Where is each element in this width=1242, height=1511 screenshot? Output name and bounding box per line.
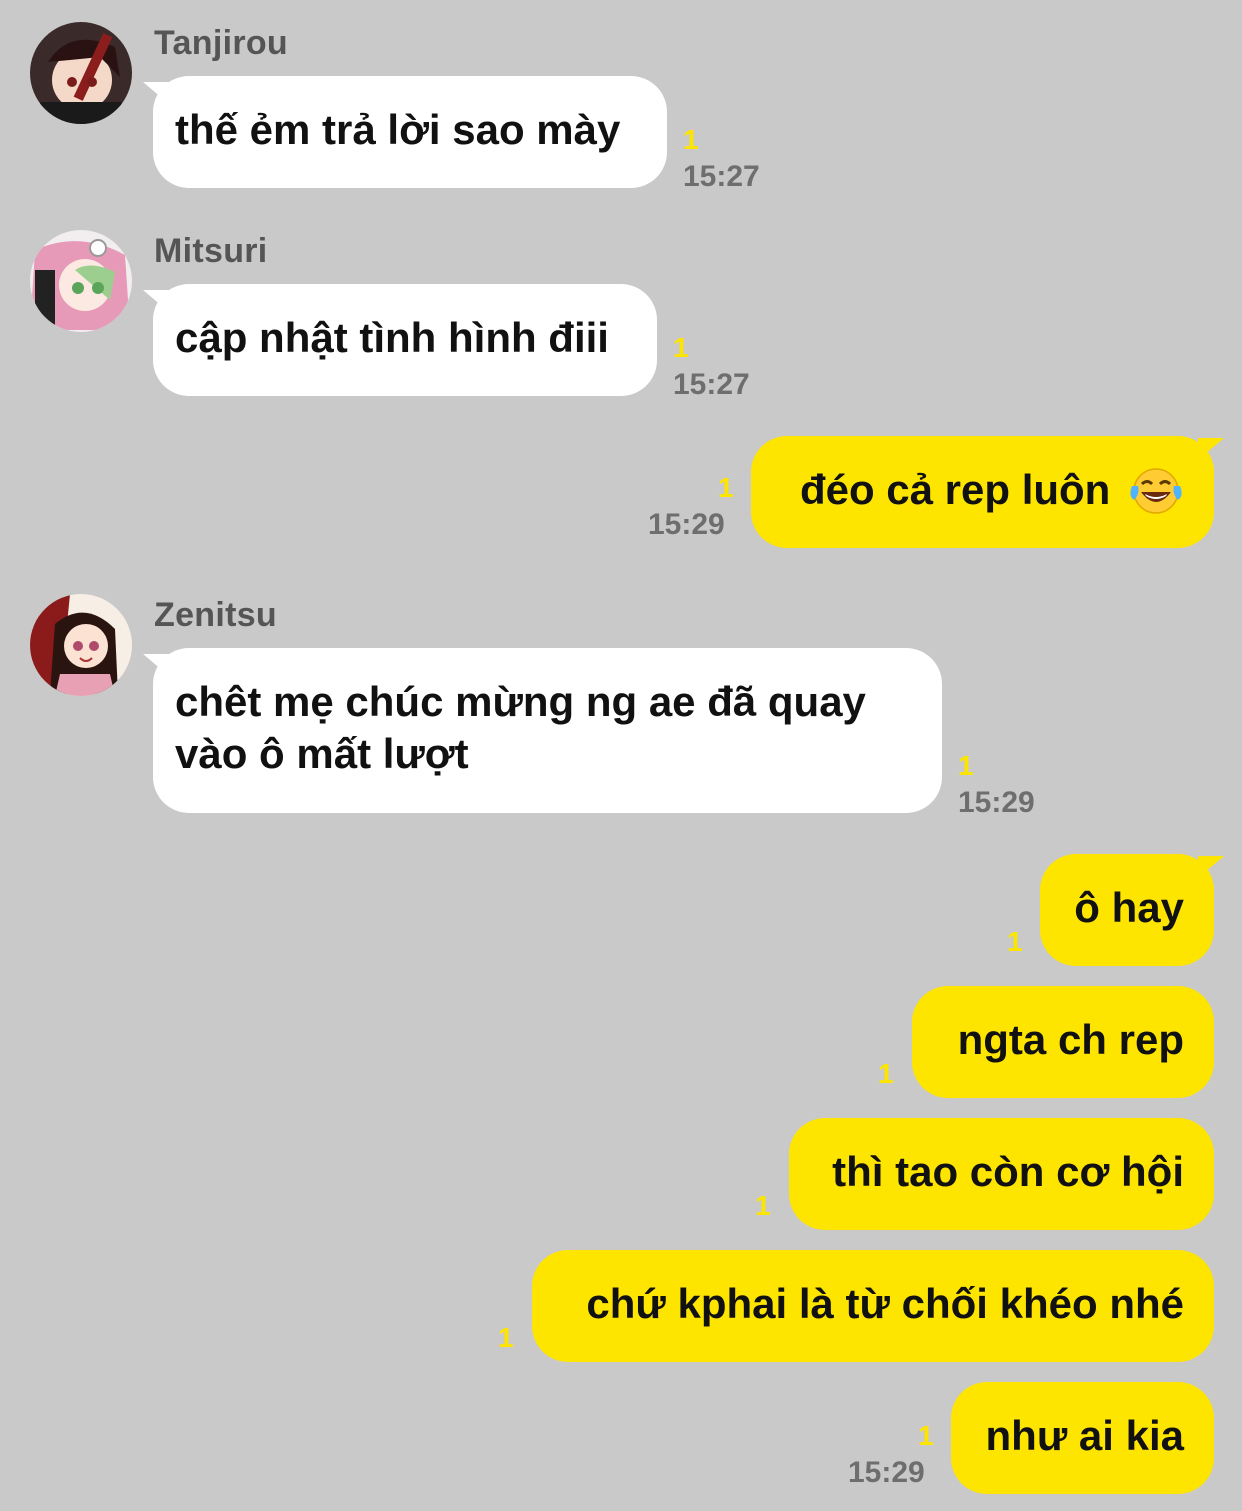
outgoing-message-bubble[interactable]: ngta ch rep	[912, 986, 1214, 1098]
laughing-tears-emoji-icon	[1130, 468, 1182, 514]
bubble-tail	[143, 290, 169, 312]
message-time: 15:29	[648, 508, 725, 541]
zenitsu-avatar-image	[30, 594, 132, 696]
message-text: như ai kia	[985, 1412, 1184, 1459]
bubble-tail	[1198, 438, 1224, 460]
message-text: ô hay	[1074, 884, 1184, 931]
avatar-mitsuri[interactable]	[30, 230, 132, 332]
outgoing-message-bubble[interactable]: đéo cả rep luôn	[751, 436, 1224, 548]
unread-count: 1	[1007, 926, 1023, 957]
avatar-zenitsu[interactable]	[30, 594, 132, 696]
incoming-message-bubble[interactable]: cập nhật tình hình điii	[143, 284, 657, 396]
message-time: 15:29	[958, 786, 1035, 819]
unread-count: 1	[718, 472, 734, 503]
message-text: ngta ch rep	[957, 1016, 1184, 1063]
outgoing-message-bubble[interactable]: chứ kphai là từ chối khéo nhé	[532, 1250, 1214, 1362]
message-text: cập nhật tình hình điii	[175, 314, 609, 361]
outgoing-message-bubble[interactable]: ô hay	[1040, 854, 1224, 966]
outgoing-message-bubble[interactable]: như ai kia	[951, 1382, 1214, 1494]
unread-count: 1	[918, 1420, 934, 1451]
message-text: chứ kphai là từ chối khéo nhé	[586, 1280, 1184, 1327]
message-time: 15:29	[848, 1456, 925, 1489]
outgoing-message-bubble[interactable]: thì tao còn cơ hội	[789, 1118, 1214, 1230]
unread-count: 1	[958, 750, 974, 781]
incoming-message-bubble[interactable]: thế ẻm trả lời sao mày	[143, 76, 667, 188]
bubble-tail	[1198, 856, 1224, 878]
unread-count: 1	[673, 332, 689, 363]
message-time: 15:27	[673, 368, 750, 401]
unread-count: 1	[755, 1190, 771, 1221]
message-time: 15:27	[683, 160, 760, 193]
bubble-tail	[143, 654, 169, 676]
bubble-tail	[143, 82, 169, 104]
unread-count: 1	[683, 124, 699, 155]
tanjirou-avatar-image	[30, 22, 132, 124]
sender-name: Tanjirou	[154, 24, 288, 62]
unread-count: 1	[878, 1058, 894, 1089]
unread-count: 1	[498, 1322, 514, 1353]
avatar-tanjirou[interactable]	[30, 22, 132, 124]
mitsuri-avatar-image	[30, 230, 132, 332]
message-text: đéo cả rep luôn	[799, 466, 1111, 513]
sender-name: Zenitsu	[154, 596, 277, 634]
sender-name: Mitsuri	[154, 232, 268, 270]
message-text-line: chêt mẹ chúc mừng ng ae đã quay	[175, 678, 866, 725]
incoming-message-bubble[interactable]: chêt mẹ chúc mừng ng ae đã quay vào ô mấ…	[143, 648, 942, 813]
message-text: thì tao còn cơ hội	[832, 1148, 1184, 1195]
message-text-line: vào ô mất lượt	[175, 730, 469, 777]
message-text: thế ẻm trả lời sao mày	[175, 106, 621, 153]
